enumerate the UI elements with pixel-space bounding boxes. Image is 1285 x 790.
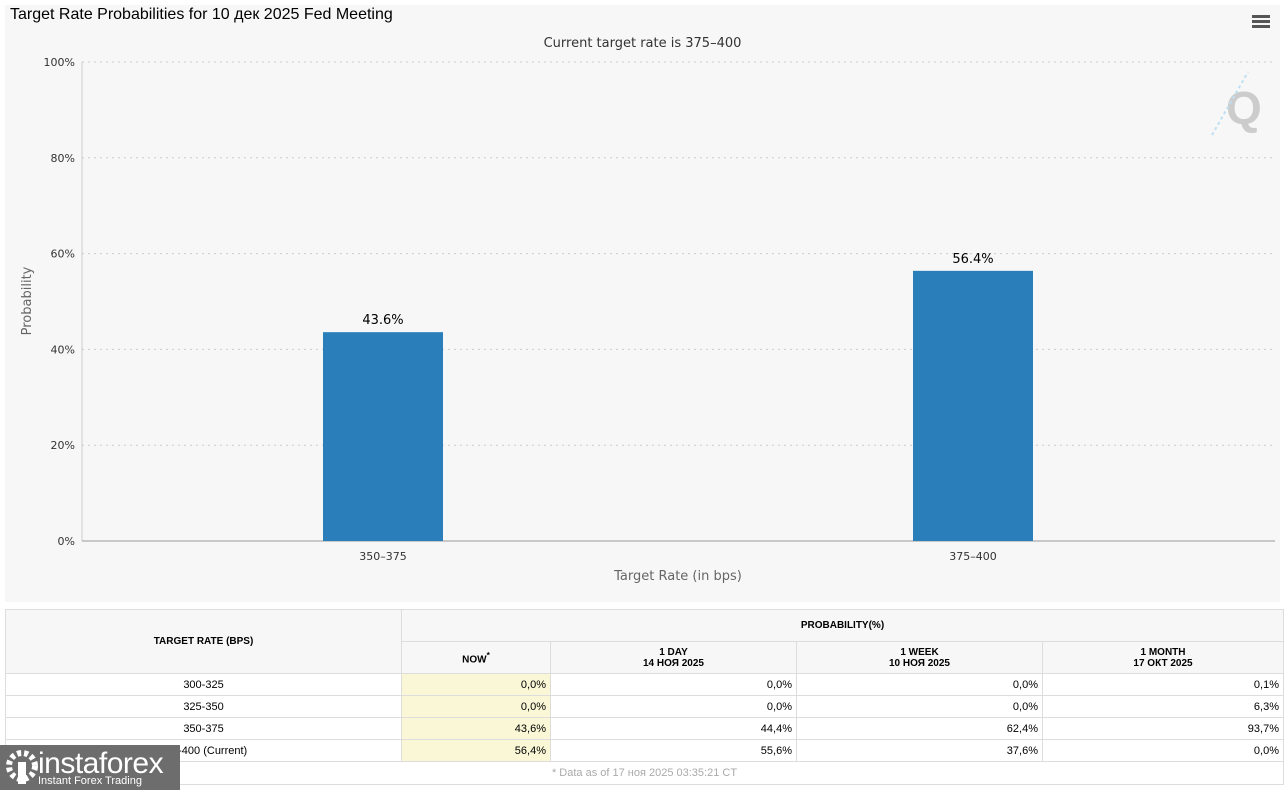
asterisk: * [486,649,490,660]
column-header: NOW* [401,641,551,674]
table-row: 300-325 0,0% 0,0% 0,0% 0,1% [5,673,1284,696]
column-label: 1 MONTH [1140,646,1186,658]
y-tick-label: 40% [51,343,75,356]
y-tick-label: 100% [44,56,75,69]
x-tick-label: 375–400 [949,550,997,563]
probability-cell: 43,6% [401,717,551,740]
probability-cell: 0,0% [796,695,1043,718]
gear-logo-icon [6,750,38,784]
rate-cell: 350-375 [5,717,402,740]
probability-cell: 0,0% [401,695,551,718]
table-row: 350-375 43,6% 44,4% 62,4% 93,7% [5,717,1284,740]
probability-table: TARGET RATE (BPS) PROBABILITY(%) NOW* 1 DAY… [5,609,1284,785]
target-rate-header: TARGET RATE (BPS) [5,609,402,674]
probability-cell: 0,1% [1042,673,1284,696]
y-tick-label: 0% [58,535,75,548]
probability-header: PROBABILITY(%) [401,609,1284,642]
probability-cell: 44,4% [550,717,797,740]
bar[interactable] [323,332,443,541]
probability-cell: 0,0% [550,673,797,696]
probability-cell: 56,4% [401,739,551,762]
column-header: 1 DAY 14 НОЯ 2025 [550,641,797,674]
x-axis-label: Target Rate (in bps) [613,569,742,584]
table-row: 375-400 (Current) 56,4% 55,6% 37,6% 0,0% [5,739,1284,762]
column-label: 1 WEEK [900,646,939,658]
x-tick-label: 350–375 [359,550,407,563]
column-header: 1 WEEK 10 НОЯ 2025 [796,641,1043,674]
probability-cell: 93,7% [1042,717,1284,740]
probability-cell: 37,6% [796,739,1043,762]
probability-cell: 0,0% [401,673,551,696]
probability-cell: 62,4% [796,717,1043,740]
y-tick-label: 80% [51,152,75,165]
rate-cell: 325-350 [5,695,402,718]
instaforex-watermark: instaforex Instant Forex Trading [0,745,180,790]
probability-cell: 0,0% [1042,739,1284,762]
footnote: * Data as of 17 ноя 2025 03:35:21 CT [5,761,1284,785]
column-label: NOW [462,654,487,666]
column-header: 1 MONTH 17 ОКТ 2025 [1042,641,1284,674]
probability-cell: 0,0% [796,673,1043,696]
table-row: 325-350 0,0% 0,0% 0,0% 6,3% [5,695,1284,718]
data-label: 43.6% [362,313,403,328]
bar[interactable] [913,270,1033,541]
probability-cell: 6,3% [1042,695,1284,718]
y-tick-label: 20% [51,439,75,452]
column-date: 10 НОЯ 2025 [889,657,950,669]
data-label: 56.4% [952,252,993,267]
rate-cell: 300-325 [5,673,402,696]
quikstrike-q-logo: Q [1211,71,1262,136]
column-label: 1 DAY [659,646,688,658]
y-tick-label: 60% [51,248,75,261]
column-date: 14 НОЯ 2025 [643,657,704,669]
y-axis-label: Probability [20,266,35,335]
probability-cell: 0,0% [550,695,797,718]
bar-chart: 0% 20% 40% 60% 80% 100% Q 43.6% 350–375 56.4% 37… [20,56,1275,584]
column-date: 17 ОКТ 2025 [1133,657,1193,669]
watermark-tagline: Instant Forex Trading [38,775,142,787]
probability-cell: 55,6% [550,739,797,762]
svg-text:Q: Q [1226,82,1262,134]
